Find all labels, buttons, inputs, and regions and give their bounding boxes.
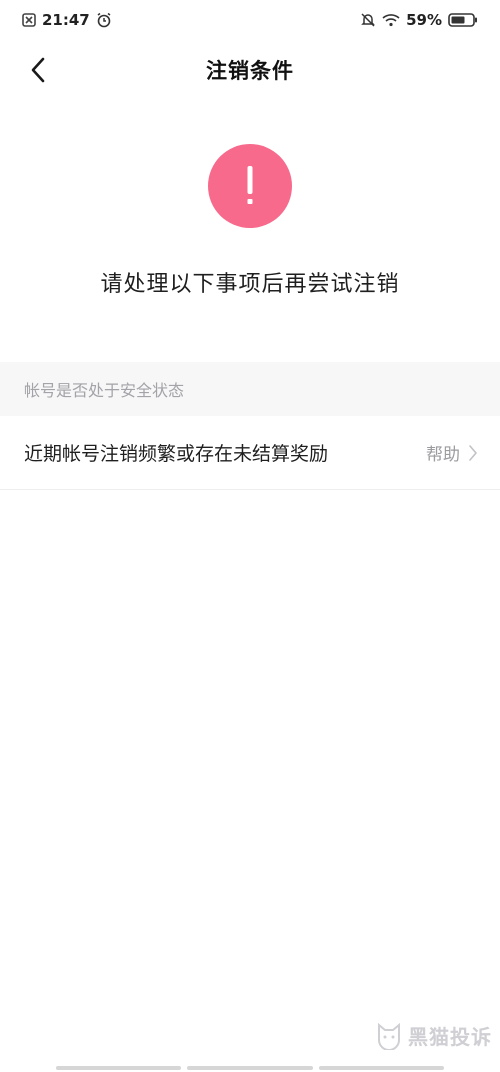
- page-title: 注销条件: [206, 59, 294, 83]
- watermark-text: 黑猫投诉: [408, 1025, 492, 1049]
- help-label: 帮助: [426, 445, 460, 465]
- wifi-icon: [382, 13, 400, 27]
- navigation-bar: 注销条件: [0, 40, 500, 100]
- indicator-segment: [318, 1066, 444, 1070]
- list-item-label: 近期帐号注销频繁或存在未结算奖励: [24, 443, 329, 465]
- battery-icon: [448, 13, 478, 27]
- mute-bell-icon: [360, 12, 376, 28]
- help-link[interactable]: 帮助: [426, 440, 478, 465]
- watermark: 黑猫投诉: [376, 1021, 492, 1050]
- indicator-segment: [56, 1066, 182, 1070]
- status-right: 59%: [360, 11, 478, 29]
- notice-message: 请处理以下事项后再尝试注销: [100, 272, 400, 297]
- status-time: 21:47: [42, 11, 90, 29]
- bottom-indicator: [56, 1066, 444, 1070]
- cat-logo-icon: [378, 1022, 400, 1050]
- battery-percentage: 59%: [406, 11, 442, 29]
- chevron-left-icon: [31, 57, 45, 83]
- chevron-right-icon: [469, 444, 477, 461]
- notification-icon: [22, 13, 36, 27]
- list-item-condition[interactable]: 近期帐号注销频繁或存在未结算奖励 帮助: [0, 416, 500, 490]
- section-header: 帐号是否处于安全状态: [0, 362, 500, 416]
- status-bar: 21:47 59%: [0, 0, 500, 40]
- status-left: 21:47: [22, 11, 112, 29]
- alarm-clock-icon: [96, 12, 112, 28]
- alert-icon: [208, 144, 292, 228]
- indicator-segment: [187, 1066, 313, 1070]
- back-button[interactable]: [18, 52, 58, 88]
